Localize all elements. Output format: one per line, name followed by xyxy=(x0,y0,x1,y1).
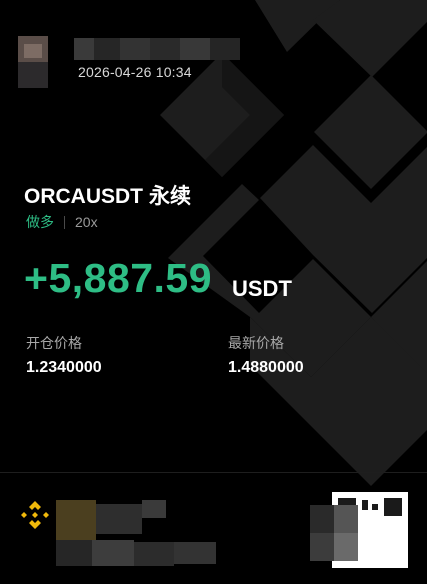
divider xyxy=(64,215,65,229)
pnl-unit: USDT xyxy=(232,276,292,301)
timestamp: 2026-04-26 10:34 xyxy=(78,64,192,80)
leverage: 20x xyxy=(75,214,98,230)
position-meta: 做多 20x xyxy=(26,212,98,232)
pnl-value: +5,887.59 xyxy=(24,255,213,301)
last-price-value: 1.4880000 xyxy=(228,359,304,376)
footer-divider xyxy=(0,472,427,473)
binance-logo-icon xyxy=(21,501,49,529)
contract-type: 永续 xyxy=(149,185,191,208)
contract-symbol: ORCAUSDT 永续 xyxy=(24,180,191,210)
position-side: 做多 xyxy=(26,214,54,230)
avatar xyxy=(18,36,48,88)
username-blurred xyxy=(74,38,240,60)
symbol-name: ORCAUSDT xyxy=(24,185,143,208)
pnl-share-card: 2026-04-26 10:34 ORCAUSDT 永续 做多 20x +5,88… xyxy=(0,0,427,584)
open-price-value: 1.2340000 xyxy=(26,359,102,376)
watermark-blurred xyxy=(310,505,358,561)
last-price-label: 最新价格 xyxy=(228,335,284,351)
referral-blurred xyxy=(56,500,216,568)
open-price-label: 开仓价格 xyxy=(26,335,82,351)
